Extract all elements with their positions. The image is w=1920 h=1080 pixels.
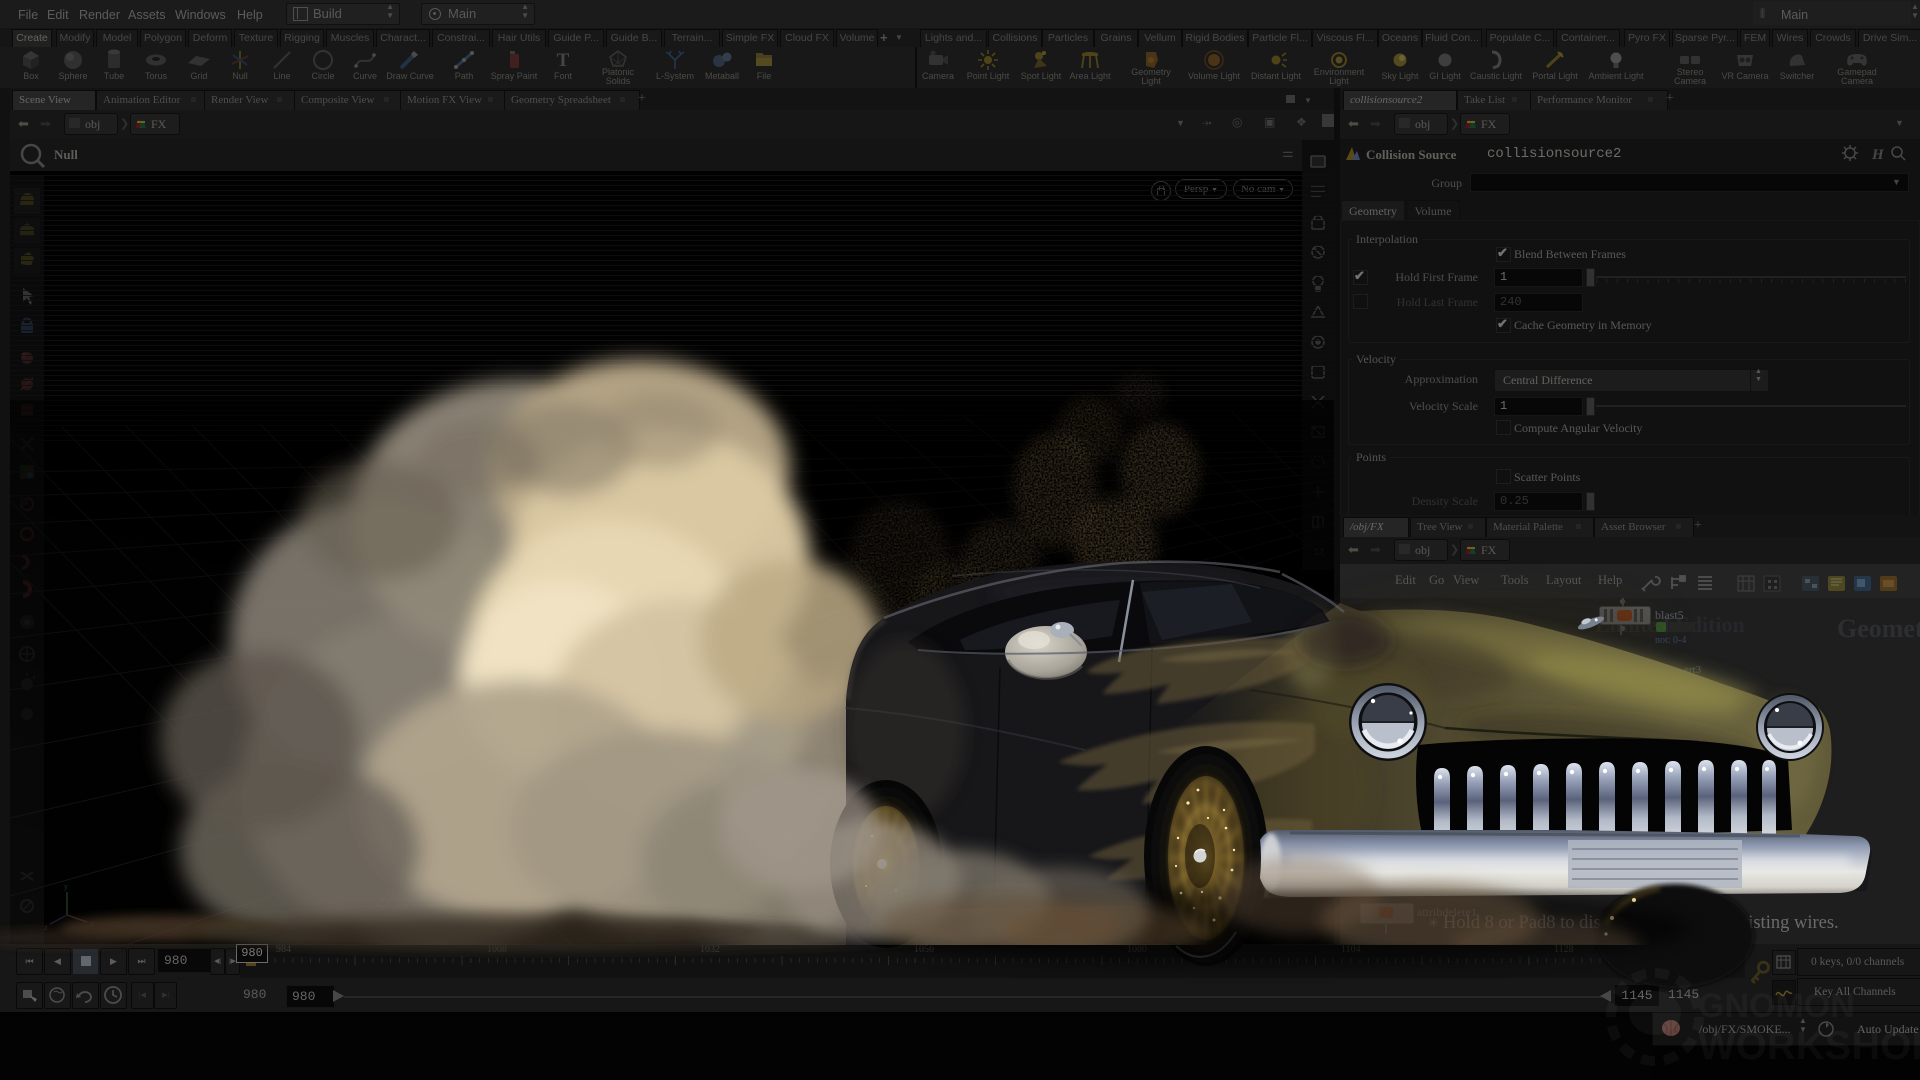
svg-text:File: File [757,71,772,81]
svg-text:Font: Font [554,71,573,81]
svg-text:12: 12 [1314,547,1324,557]
svg-text:L-System: L-System [656,71,694,81]
svg-text:Draw Curve: Draw Curve [386,71,434,81]
svg-text:Grid: Grid [190,71,207,81]
svg-text:x: x [90,919,94,928]
svg-text:Spot Light: Spot Light [1021,71,1062,81]
svg-text:Switcher: Switcher [1780,71,1815,81]
svg-text:Volume Light: Volume Light [1188,71,1241,81]
svg-text:Curve: Curve [353,71,377,81]
svg-text:Light: Light [1141,76,1161,86]
svg-text:Light: Light [1329,76,1349,86]
svg-text:VR Camera: VR Camera [1721,71,1768,81]
svg-text:Line: Line [273,71,290,81]
svg-text:Camera: Camera [1841,76,1873,86]
svg-text:Spray Paint: Spray Paint [491,71,538,81]
svg-text:Circle: Circle [311,71,334,81]
svg-text:Camera: Camera [922,71,954,81]
svg-text:Portal Light: Portal Light [1532,71,1578,81]
svg-text:Sphere: Sphere [58,71,87,81]
svg-text:Metaball: Metaball [705,71,739,81]
svg-text:Point Light: Point Light [967,71,1010,81]
svg-text:Area Light: Area Light [1069,71,1111,81]
svg-text:y: y [64,882,68,891]
svg-text:Solids: Solids [606,76,631,86]
svg-text:Tube: Tube [104,71,124,81]
svg-text:Path: Path [455,71,474,81]
svg-text:Caustic Light: Caustic Light [1470,71,1523,81]
svg-text:z: z [44,923,48,930]
svg-text:GI Light: GI Light [1429,71,1461,81]
svg-text:Null: Null [232,71,248,81]
svg-text:Ambient Light: Ambient Light [1588,71,1644,81]
svg-text:H: H [1871,147,1885,163]
svg-text:Camera: Camera [1674,76,1706,86]
svg-text:T: T [557,50,570,71]
svg-text:Box: Box [23,71,39,81]
svg-text:Distant Light: Distant Light [1251,71,1302,81]
svg-text:Torus: Torus [145,71,168,81]
svg-text:Sky Light: Sky Light [1381,71,1419,81]
